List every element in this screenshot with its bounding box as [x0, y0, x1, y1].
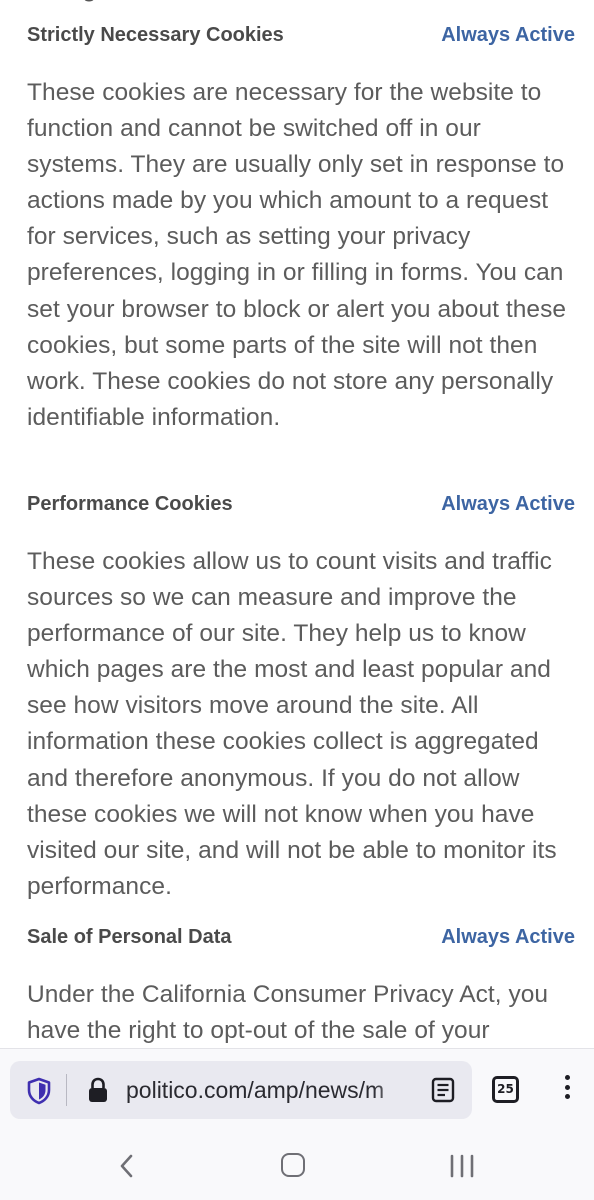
- lock-icon[interactable]: [87, 1076, 109, 1104]
- back-chevron-icon[interactable]: [114, 1151, 140, 1181]
- address-bar[interactable]: politico.com/amp/news/m: [10, 1061, 472, 1119]
- home-icon[interactable]: [281, 1153, 305, 1177]
- cookie-section-sale-of-personal-data: Sale of Personal Data Always Active Unde…: [27, 923, 577, 1048]
- kebab-menu-icon[interactable]: [557, 1075, 577, 1105]
- section-header: Strictly Necessary Cookies Always Active: [27, 21, 577, 49]
- reader-view-icon[interactable]: [431, 1077, 455, 1103]
- cookie-preferences-panel: g Strictly Necessary Cookies Always Acti…: [0, 0, 594, 1048]
- section-header: Performance Cookies Always Active: [27, 490, 577, 518]
- always-active-label: Always Active: [441, 493, 575, 515]
- section-description-text: These cookies allow us to count visits a…: [27, 548, 557, 900]
- recent-apps-icon[interactable]: [448, 1153, 476, 1179]
- section-description: Under the California Consumer Privacy Ac…: [27, 977, 577, 1048]
- address-bar-separator: [66, 1074, 67, 1106]
- system-navigation-bar: [0, 1133, 594, 1200]
- section-title[interactable]: Sale of Personal Data: [27, 923, 232, 951]
- always-active-label: Always Active: [441, 24, 575, 46]
- section-title[interactable]: Performance Cookies: [27, 490, 233, 518]
- clipped-text-above: g: [27, 0, 117, 2]
- section-description-text: Under the California Consumer Privacy Ac…: [27, 981, 549, 1045]
- cookie-section-performance: Performance Cookies Always Active These …: [27, 490, 577, 905]
- section-description: These cookies are necessary for the webs…: [27, 75, 577, 436]
- tab-counter-button[interactable]: 25: [492, 1076, 519, 1103]
- cookie-section-strictly-necessary: Strictly Necessary Cookies Always Active…: [27, 21, 577, 436]
- always-active-label: Always Active: [441, 926, 575, 948]
- section-header: Sale of Personal Data Always Active: [27, 923, 577, 951]
- url-text[interactable]: politico.com/amp/news/m: [126, 1061, 416, 1119]
- section-description: These cookies allow us to count visits a…: [27, 544, 577, 905]
- section-title[interactable]: Strictly Necessary Cookies: [27, 21, 284, 49]
- phone-screen: g Strictly Necessary Cookies Always Acti…: [0, 0, 594, 1200]
- section-description-text: These cookies are necessary for the webs…: [27, 79, 567, 431]
- tracking-protection-shield-icon[interactable]: [26, 1077, 52, 1105]
- browser-toolbar: politico.com/amp/news/m 25: [0, 1049, 594, 1133]
